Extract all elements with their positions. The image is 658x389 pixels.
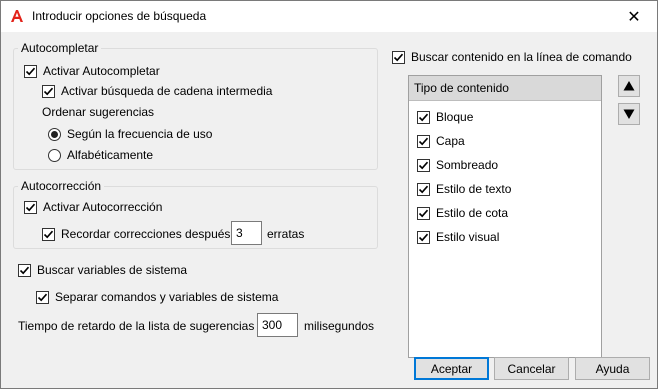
title-bar: Introducir opciones de búsqueda ✕ [1, 1, 657, 32]
content-type-header-label: Tipo de contenido [414, 81, 509, 95]
remember-corrections-input[interactable] [231, 221, 262, 245]
checkmark-icon [418, 161, 429, 169]
checkbox-box[interactable] [24, 200, 37, 214]
cancel-button-label: Cancelar [507, 361, 556, 376]
sort-by-frequency-radio[interactable]: Según la frecuencia de uso [48, 127, 212, 141]
search-system-variables-label: Buscar variables de sistema [37, 263, 188, 277]
checkbox-box[interactable] [417, 206, 430, 220]
accept-button-label: Aceptar [430, 361, 473, 376]
triangle-up-icon [623, 81, 635, 91]
list-item-label: Sombreado [436, 158, 499, 172]
checkmark-icon [19, 266, 30, 274]
list-item-estilo-visual[interactable]: Estilo visual [417, 230, 499, 244]
search-content-label: Buscar contenido en la línea de comando [411, 50, 632, 64]
close-button[interactable]: ✕ [611, 1, 657, 32]
cancel-button[interactable]: Cancelar [494, 357, 569, 380]
radio-circle[interactable] [48, 148, 61, 162]
checkbox-box[interactable] [417, 230, 430, 244]
list-item-label: Bloque [436, 110, 474, 124]
checkmark-icon [418, 113, 429, 121]
search-options-dialog: Introducir opciones de búsqueda ✕ Autoco… [0, 0, 658, 389]
autocorrect-legend: Autocorrección [18, 179, 105, 193]
checkbox-box[interactable] [36, 290, 49, 304]
sort-alphabetical-label: Alfabéticamente [67, 148, 154, 162]
radio-circle[interactable] [48, 127, 61, 141]
checkmark-icon [25, 67, 36, 75]
remember-corrections-suffix: erratas [267, 227, 305, 241]
move-down-button[interactable] [618, 103, 640, 125]
separate-commands-checkbox[interactable]: Separar comandos y variables de sistema [36, 290, 278, 304]
sort-suggestions-text: Ordenar sugerencias [42, 105, 155, 119]
checkmark-icon [418, 185, 429, 193]
separate-commands-label: Separar comandos y variables de sistema [55, 290, 279, 304]
checkbox-box[interactable] [42, 227, 55, 241]
checkmark-icon [43, 230, 54, 238]
checkbox-box[interactable] [42, 84, 55, 98]
list-item-estilo-de-texto[interactable]: Estilo de texto [417, 182, 511, 196]
checkmark-icon [37, 293, 48, 301]
list-item-sombreado[interactable]: Sombreado [417, 158, 498, 172]
list-item-label: Capa [436, 134, 465, 148]
checkbox-box[interactable] [392, 50, 405, 64]
autocad-a-icon [11, 10, 23, 22]
checkbox-box[interactable] [417, 182, 430, 196]
window-title: Introducir opciones de búsqueda [32, 9, 207, 23]
search-content-checkbox[interactable]: Buscar contenido en la línea de comando [392, 50, 632, 64]
list-item-label: Estilo visual [436, 230, 500, 244]
help-button[interactable]: Ayuda [575, 357, 650, 380]
mid-string-search-checkbox[interactable]: Activar búsqueda de cadena intermedia [42, 84, 272, 98]
sort-alphabetical-radio[interactable]: Alfabéticamente [48, 148, 153, 162]
checkbox-box[interactable] [417, 158, 430, 172]
enable-autocorrect-label: Activar Autocorrección [43, 200, 163, 214]
list-item-bloque[interactable]: Bloque [417, 110, 473, 124]
accept-button[interactable]: Aceptar [414, 357, 489, 380]
suggestion-delay-unit: milisegundos [304, 319, 375, 333]
checkmark-icon [418, 233, 429, 241]
enable-autocorrect-checkbox[interactable]: Activar Autocorrección [24, 200, 162, 214]
checkmark-icon [43, 87, 54, 95]
checkmark-icon [25, 203, 36, 211]
content-type-list-header: Tipo de contenido [409, 76, 601, 101]
checkmark-icon [418, 209, 429, 217]
sort-by-frequency-label: Según la frecuencia de uso [67, 127, 213, 141]
remember-corrections-label: Recordar correcciones después [61, 227, 231, 241]
list-item-label: Estilo de texto [436, 182, 512, 196]
checkmark-icon [418, 137, 429, 145]
help-button-label: Ayuda [595, 361, 630, 376]
checkbox-box[interactable] [417, 110, 430, 124]
remember-corrections-checkbox[interactable]: Recordar correcciones después [42, 227, 230, 241]
move-up-button[interactable] [618, 75, 640, 97]
suggestion-delay-input[interactable] [257, 313, 298, 337]
autocomplete-legend: Autocompletar [18, 41, 102, 55]
content-type-list[interactable]: Tipo de contenido Bloque Capa Sombreado … [408, 75, 602, 358]
list-item-label: Estilo de cota [436, 206, 509, 220]
suggestion-delay-label: Tiempo de retardo de la lista de sugeren… [18, 319, 255, 333]
checkbox-box[interactable] [417, 134, 430, 148]
mid-string-search-label: Activar búsqueda de cadena intermedia [61, 84, 273, 98]
enable-autocomplete-checkbox[interactable]: Activar Autocompletar [24, 64, 160, 78]
triangle-down-icon [623, 109, 635, 119]
list-item-estilo-de-cota[interactable]: Estilo de cota [417, 206, 508, 220]
search-system-variables-checkbox[interactable]: Buscar variables de sistema [18, 263, 187, 277]
checkbox-box[interactable] [18, 263, 31, 277]
close-icon: ✕ [627, 8, 641, 26]
sort-suggestions-label: Ordenar sugerencias [42, 105, 154, 119]
radio-selected-dot [51, 130, 58, 138]
enable-autocomplete-label: Activar Autocompletar [43, 64, 160, 78]
list-item-capa[interactable]: Capa [417, 134, 465, 148]
checkmark-icon [393, 53, 404, 61]
checkbox-box[interactable] [24, 64, 37, 78]
